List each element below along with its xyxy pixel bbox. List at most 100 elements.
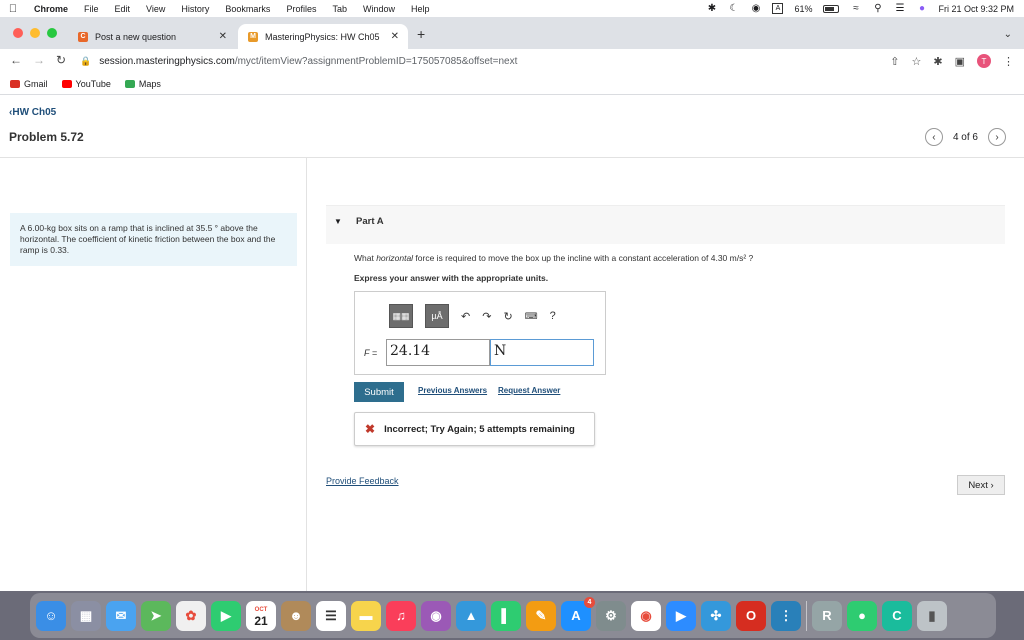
divider xyxy=(0,157,1024,158)
system-preferences-icon[interactable]: ⚙ xyxy=(596,600,626,631)
dock-separator xyxy=(806,600,807,631)
mail-icon[interactable]: ✉ xyxy=(106,600,136,631)
search-icon[interactable]: ⚲ xyxy=(872,3,883,14)
apple-icon[interactable]:  xyxy=(0,3,26,15)
extensions-icon[interactable]: ✱ xyxy=(933,55,942,68)
back-arrow-icon[interactable]: ← xyxy=(10,53,22,67)
user-icon[interactable]: ◉ xyxy=(750,3,761,14)
chrome-icon[interactable]: ◉ xyxy=(631,600,661,631)
units-icon[interactable]: µÅ xyxy=(425,304,449,328)
keyboard-icon[interactable]: ⌨ xyxy=(525,311,538,322)
notes-icon[interactable]: ▬ xyxy=(351,600,381,631)
bluetooth-icon[interactable]: ✱ xyxy=(706,3,717,14)
minimize-window-button[interactable] xyxy=(30,28,40,38)
contacts-icon[interactable]: ☻ xyxy=(281,600,311,631)
control-center-icon[interactable]: ☰ xyxy=(894,3,905,14)
siri-icon[interactable]: ● xyxy=(916,3,927,14)
chrome-tabbar: C Post a new question ✕ M MasteringPhysi… xyxy=(0,17,1024,49)
app-store-icon[interactable]: A4 xyxy=(561,596,595,631)
mastering-icon: M xyxy=(248,31,258,42)
maps-app-icon[interactable]: ➤ xyxy=(141,600,171,631)
address-bar[interactable]: 🔒 session.masteringphysics.com/myct/item… xyxy=(80,52,880,70)
share-icon[interactable]: ⇧ xyxy=(890,55,899,68)
menu-app-name[interactable]: Chrome xyxy=(26,4,76,14)
answer-box: ▦▦ µÅ ↶ ↷ ↻ ⌨ ? F = 24.14 N xyxy=(354,291,606,375)
redo-icon[interactable]: ↷ xyxy=(482,310,491,323)
messages-icon[interactable]: ● xyxy=(847,600,877,631)
next-button[interactable]: Next › xyxy=(957,475,1005,495)
bookmark-maps[interactable]: Maps xyxy=(124,79,161,89)
more-menu-icon[interactable]: ⋮ xyxy=(1003,55,1014,68)
menu-edit[interactable]: Edit xyxy=(107,4,139,14)
close-tab-icon[interactable]: ✕ xyxy=(219,31,227,42)
r-app-icon[interactable]: R xyxy=(812,600,842,631)
menu-tab[interactable]: Tab xyxy=(324,4,355,14)
request-answer-link[interactable]: Request Answer xyxy=(498,386,560,395)
music-icon[interactable]: ♫ xyxy=(386,600,416,631)
feedback-message: ✖ Incorrect; Try Again; 5 attempts remai… xyxy=(354,412,595,446)
zoom-icon[interactable]: ▶ xyxy=(666,600,696,631)
templates-icon[interactable]: ▦▦ xyxy=(389,304,413,328)
collapse-triangle-icon[interactable]: ▼ xyxy=(334,217,342,226)
undo-icon[interactable]: ↶ xyxy=(461,310,470,323)
tab-mastering-physics[interactable]: M MasteringPhysics: HW Ch05 ✕ xyxy=(238,24,408,49)
calendar-icon[interactable]: OCT 21 xyxy=(246,600,276,631)
reminders-icon[interactable]: ☰ xyxy=(316,600,346,631)
previous-answers-link[interactable]: Previous Answers xyxy=(418,386,487,395)
menu-bookmarks[interactable]: Bookmarks xyxy=(217,4,278,14)
zoom-window-button[interactable] xyxy=(47,28,57,38)
trash-icon[interactable]: ▮ xyxy=(917,600,947,631)
chegg-icon: C xyxy=(78,31,88,42)
bookmark-gmail[interactable]: Gmail xyxy=(10,79,48,89)
facetime-icon[interactable]: ▶ xyxy=(211,600,241,631)
menu-profiles[interactable]: Profiles xyxy=(278,4,324,14)
chevron-down-icon[interactable]: ⌄ xyxy=(1004,29,1012,40)
macos-menubar:  Chrome File Edit View History Bookmark… xyxy=(0,0,1024,17)
menubar-clock[interactable]: Fri 21 Oct 9:32 PM xyxy=(938,4,1014,14)
opera-icon[interactable]: O xyxy=(736,600,766,631)
podcasts-icon[interactable]: ◉ xyxy=(421,600,451,631)
finder-icon[interactable]: ☺ xyxy=(36,600,66,631)
star-icon[interactable]: ☆ xyxy=(912,55,922,68)
battery-icon[interactable] xyxy=(823,4,840,13)
moon-icon[interactable]: ☾ xyxy=(728,3,739,14)
wifi-icon[interactable]: ≈ xyxy=(850,3,861,14)
lock-icon[interactable]: 🔒 xyxy=(80,56,91,67)
menu-history[interactable]: History xyxy=(173,4,217,14)
answer-unit-input[interactable]: N xyxy=(490,339,594,366)
menu-help[interactable]: Help xyxy=(403,4,438,14)
new-tab-button[interactable]: + xyxy=(417,26,425,42)
back-to-assignment-link[interactable]: ‹HW Ch05 xyxy=(9,107,56,118)
next-problem-button[interactable]: › xyxy=(988,128,1006,146)
menu-file[interactable]: File xyxy=(76,4,107,14)
bookmark-youtube[interactable]: YouTube xyxy=(61,79,111,89)
submit-button[interactable]: Submit xyxy=(354,382,404,402)
close-window-button[interactable] xyxy=(13,28,23,38)
previous-problem-button[interactable]: ‹ xyxy=(924,128,943,146)
reload-icon[interactable]: ↻ xyxy=(56,53,66,67)
sidepanel-icon[interactable]: ▣ xyxy=(955,55,965,68)
answer-value-input[interactable]: 24.14 xyxy=(386,339,490,366)
provide-feedback-link[interactable]: Provide Feedback xyxy=(326,476,399,486)
help-icon[interactable]: ? xyxy=(550,310,556,322)
pages-icon[interactable]: ✎ xyxy=(526,600,556,631)
keyboard-input-icon[interactable]: A xyxy=(772,3,784,14)
url-domain: session.masteringphysics.com xyxy=(99,55,235,67)
close-tab-icon[interactable]: ✕ xyxy=(391,31,399,42)
menu-view[interactable]: View xyxy=(138,4,173,14)
feedback-text: Incorrect; Try Again; 5 attempts remaini… xyxy=(384,423,575,435)
forward-arrow-icon[interactable]: → xyxy=(33,53,45,67)
dots-app-icon[interactable]: ⋮ xyxy=(771,600,801,631)
c-app-icon[interactable]: C xyxy=(882,600,912,631)
reset-icon[interactable]: ↻ xyxy=(503,310,512,323)
launchpad-icon[interactable]: ▦ xyxy=(71,600,101,631)
tab-post-question[interactable]: C Post a new question ✕ xyxy=(68,24,236,49)
menu-window[interactable]: Window xyxy=(355,4,403,14)
avatar[interactable]: T xyxy=(977,54,991,68)
keynote-icon[interactable]: ▲ xyxy=(456,600,486,631)
part-a-header[interactable]: ▼ Part A xyxy=(326,205,1005,244)
photos-icon[interactable]: ✿ xyxy=(176,600,206,631)
equation-toolbar: ▦▦ µÅ ↶ ↷ ↻ ⌨ ? xyxy=(389,304,556,328)
safari-icon[interactable]: ✣ xyxy=(701,600,731,631)
numbers-icon[interactable]: ▌ xyxy=(491,600,521,631)
